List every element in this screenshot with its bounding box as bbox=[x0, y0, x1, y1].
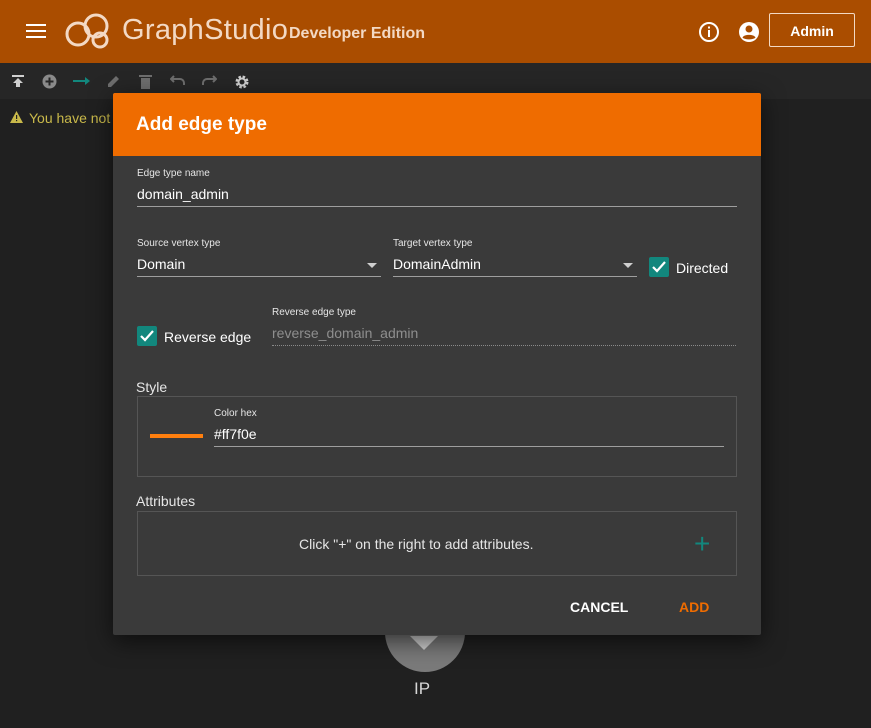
dialog-title: Add edge type bbox=[136, 114, 267, 135]
edge-name-underline bbox=[137, 206, 737, 207]
plus-icon[interactable]: + bbox=[694, 530, 710, 558]
directed-label: Directed bbox=[676, 260, 729, 276]
check-icon bbox=[140, 330, 154, 342]
color-hex-underline bbox=[214, 446, 724, 447]
attributes-section-title: Attributes bbox=[136, 493, 196, 509]
style-section-title: Style bbox=[136, 379, 168, 395]
redo-icon[interactable] bbox=[201, 74, 217, 86]
target-dropdown-icon[interactable] bbox=[623, 263, 633, 268]
delete-icon[interactable] bbox=[139, 74, 152, 89]
source-vertex-underline bbox=[137, 276, 381, 277]
edge-name-input[interactable]: domain_admin bbox=[137, 186, 229, 202]
source-vertex-select[interactable]: Domain bbox=[137, 256, 185, 272]
color-hex-label: Color hex bbox=[214, 408, 257, 419]
reverse-edge-label: Reverse edge bbox=[164, 329, 252, 345]
check-icon bbox=[652, 261, 666, 273]
cancel-button[interactable]: CANCEL bbox=[570, 599, 628, 615]
add-button[interactable]: ADD bbox=[679, 599, 709, 615]
source-vertex-label: Source vertex type bbox=[137, 238, 221, 249]
reverse-type-input: reverse_domain_admin bbox=[272, 325, 419, 341]
warning-banner: You have not bbox=[10, 110, 110, 126]
edge-color-swatch[interactable] bbox=[150, 434, 203, 438]
admin-button[interactable]: Admin bbox=[769, 13, 855, 47]
undo-icon[interactable] bbox=[170, 74, 186, 86]
dialog-header: Add edge type bbox=[113, 93, 761, 156]
add-icon[interactable] bbox=[42, 74, 57, 89]
target-vertex-select[interactable]: DomainAdmin bbox=[393, 256, 481, 272]
vertex-arrow-icon bbox=[410, 636, 438, 650]
target-vertex-underline bbox=[393, 276, 637, 277]
edit-icon[interactable] bbox=[107, 74, 121, 88]
directed-checkbox[interactable] bbox=[649, 257, 669, 277]
brand-name: GraphStudio bbox=[122, 14, 289, 46]
source-dropdown-icon[interactable] bbox=[367, 263, 377, 268]
color-hex-input[interactable]: #ff7f0e bbox=[214, 426, 257, 442]
menu-icon[interactable] bbox=[26, 24, 46, 40]
target-vertex-label: Target vertex type bbox=[393, 238, 473, 249]
edge-icon[interactable] bbox=[73, 74, 91, 88]
account-icon[interactable] bbox=[738, 21, 760, 43]
edge-name-label: Edge type name bbox=[137, 168, 210, 179]
app-header: GraphStudio Developer Edition Admin bbox=[0, 0, 871, 63]
publish-icon[interactable] bbox=[11, 74, 25, 88]
warning-text: You have not bbox=[29, 110, 111, 126]
reverse-type-underline bbox=[272, 345, 736, 346]
reverse-type-label: Reverse edge type bbox=[272, 307, 356, 318]
attributes-hint: Click "+" on the right to add attributes… bbox=[299, 536, 534, 552]
settings-icon[interactable] bbox=[234, 74, 250, 90]
reverse-edge-checkbox[interactable] bbox=[137, 326, 157, 346]
warning-icon bbox=[10, 111, 23, 123]
graphstudio-logo bbox=[65, 13, 109, 49]
vertex-label: IP bbox=[414, 679, 431, 698]
info-icon[interactable] bbox=[698, 21, 720, 43]
edition-label: Developer Edition bbox=[289, 25, 426, 42]
